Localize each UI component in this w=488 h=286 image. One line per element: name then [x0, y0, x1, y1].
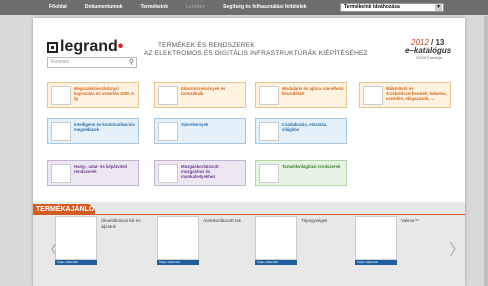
header-line-1: TERMÉKEK ÉS RENDSZEREK [158, 42, 255, 49]
category-label: Megszakítóeszköznyű kapcsolás és vezérlé… [74, 86, 136, 102]
category-label: Csatlakozás, elosztás, világítás [282, 122, 328, 133]
product-button[interactable]: Teljes választék [355, 260, 397, 265]
legrand-logo[interactable]: legrand • [47, 38, 123, 56]
category-thumbnail [158, 86, 178, 105]
category-tile[interactable]: Intelligens és kommunikációs megoldások [47, 118, 139, 144]
category-label: Működtető és érzékelőszerkezetek, kábele… [386, 86, 447, 102]
category-thumbnail [51, 122, 71, 141]
category-thumbnail [158, 122, 178, 141]
logo-text: legrand [60, 38, 118, 55]
product-name: Tápegységek [301, 218, 328, 223]
nav-download[interactable]: Letöltés [177, 0, 214, 15]
scrollbar[interactable] [484, 16, 488, 286]
nav-home[interactable]: Főoldal [40, 0, 76, 15]
catalog-version: 04/2013 verziója [416, 56, 442, 60]
product-image [255, 216, 297, 260]
catalog-name: e–katalógus [405, 46, 452, 55]
category-label: Mozgáskorlátozott mozgáshoz és munkahely… [181, 164, 219, 180]
product-image [157, 216, 199, 260]
nav-help[interactable]: Segítség és felhasználási feltételek [214, 0, 315, 15]
category-label: Tartalékvilágítási rendszerek [282, 164, 341, 169]
category-tile[interactable]: Elosztószekrények és tartozékaik [154, 82, 246, 108]
search-icon[interactable]: ⚲ [129, 59, 134, 66]
category-tile[interactable]: Tartalékvilágítási rendszerek [255, 160, 347, 186]
product-image [55, 216, 97, 260]
category-label: Moduláris és ajtóra szerelhető készüléke… [282, 86, 344, 97]
product-name: Valena™ [401, 218, 419, 223]
product-name: Ökoelábítóval bik és aljzatok [101, 218, 141, 229]
category-thumbnail [259, 122, 279, 141]
category-tile[interactable]: Működtető és érzékelőszerkezetek, kábele… [359, 82, 451, 108]
search-placeholder: Keresés [51, 59, 70, 65]
main-menu: Főoldal Dokumentumok Termékeink Letöltés… [40, 0, 316, 15]
nav-documents[interactable]: Dokumentumok [76, 0, 132, 15]
category-thumbnail [51, 164, 71, 183]
product-card[interactable]: Áramkorlátozott tok Teljes választék [157, 216, 249, 268]
category-thumbnail [259, 164, 279, 183]
category-thumbnail [259, 86, 279, 105]
category-thumbnail [158, 164, 178, 183]
carousel-next-icon[interactable]: 〉 [449, 236, 465, 260]
catalog-page: legrand • Keresés ⚲ TERMÉKEK ÉS RENDSZERE… [33, 18, 465, 286]
nav-products[interactable]: Termékeink [132, 0, 177, 15]
product-button[interactable]: Teljes választék [55, 260, 97, 265]
category-label: Hang-, adat- és képátviteli rendszerek [74, 164, 128, 175]
category-tile[interactable]: Mozgáskorlátozott mozgáshoz és munkahely… [154, 160, 246, 186]
product-name: Áramkorlátozott tok [203, 218, 241, 223]
product-card[interactable]: Ökoelábítóval bik és aljzatok Teljes vál… [55, 216, 147, 268]
category-thumbnail [51, 86, 71, 105]
product-card[interactable]: Valena™ Teljes választék [355, 216, 447, 268]
category-tile[interactable]: Megszakítóeszköznyű kapcsolás és vezérlé… [47, 82, 139, 108]
category-tile[interactable]: Moduláris és ajtóra szerelhető készüléke… [255, 82, 347, 108]
category-thumbnail [363, 86, 383, 105]
category-label: Elosztószekrények és tartozékaik [181, 86, 226, 97]
product-image [355, 216, 397, 260]
category-tile[interactable]: Szerelvények [154, 118, 246, 144]
product-select[interactable]: Termékeink ideáhozása ▼ [340, 3, 444, 12]
logo-mark-icon [47, 41, 58, 53]
recommendation-divider [33, 214, 465, 215]
product-select-value: Termékeink ideáhozása [344, 4, 400, 10]
product-button[interactable]: Teljes választék [255, 260, 297, 265]
category-tile[interactable]: Hang-, adat- és képátviteli rendszerek [47, 160, 139, 186]
category-tile[interactable]: Csatlakozás, elosztás, világítás [255, 118, 347, 144]
category-label: Intelligens és kommunikációs megoldások [74, 122, 135, 133]
top-navigation-bar: Főoldal Dokumentumok Termékeink Letöltés… [0, 0, 488, 15]
category-label: Szerelvények [181, 122, 209, 127]
chevron-down-icon: ▼ [435, 4, 442, 11]
header-line-2: AZ ELEKTROMOS ÉS DIGITÁLIS INFRASTRUKTÚR… [144, 50, 368, 57]
search-input[interactable]: Keresés ⚲ [47, 57, 137, 68]
product-card[interactable]: Tápegységek Teljes választék [255, 216, 347, 268]
product-button[interactable]: Teljes választék [157, 260, 199, 265]
